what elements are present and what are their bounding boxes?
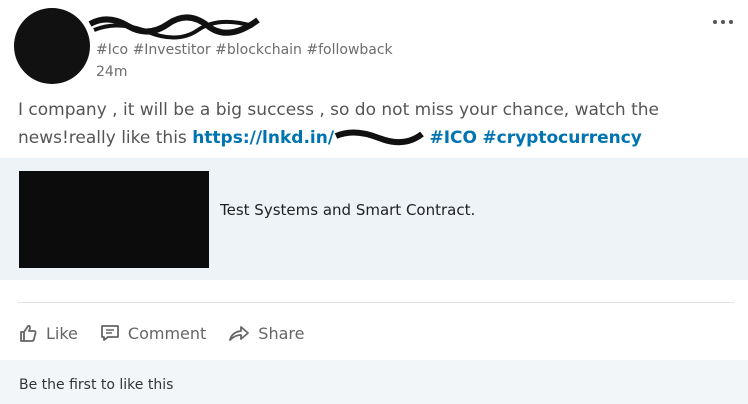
like-label: Like <box>46 323 78 343</box>
share-button[interactable]: Share <box>228 323 304 343</box>
post-text: I company , it will be a big success , s… <box>18 96 738 152</box>
comment-icon <box>101 325 119 341</box>
redacted-author-name <box>88 14 260 40</box>
author-subtitle: #Ico #Investitor #blockchain #followback <box>96 42 393 58</box>
thumbs-up-icon <box>20 324 37 342</box>
link-preview-card[interactable]: Test Systems and Smart Contract. <box>0 158 748 280</box>
share-label: Share <box>258 323 305 343</box>
hashtag-ico[interactable]: #ICO <box>429 128 477 148</box>
more-options-icon[interactable] <box>708 12 738 32</box>
comment-button[interactable]: Comment <box>100 323 206 343</box>
share-arrow-icon <box>229 326 250 341</box>
likes-summary-text: Be the first to like this <box>19 377 174 393</box>
link-preview-thumbnail <box>19 171 209 268</box>
post-link[interactable]: https://lnkd.in/ <box>192 128 334 148</box>
comment-label: Comment <box>127 323 207 343</box>
likes-summary-bar: Be the first to like this <box>0 360 748 404</box>
hashtag-cryptocurrency[interactable]: #cryptocurrency <box>482 128 642 148</box>
like-button[interactable]: Like <box>18 323 78 343</box>
link-preview-title: Test Systems and Smart Contract. <box>220 201 476 219</box>
divider <box>18 302 734 303</box>
post-time: 24m <box>96 64 128 80</box>
avatar[interactable] <box>14 8 90 84</box>
redacted-link-scribble <box>334 129 424 146</box>
action-bar: Like Comment Share <box>18 318 326 348</box>
